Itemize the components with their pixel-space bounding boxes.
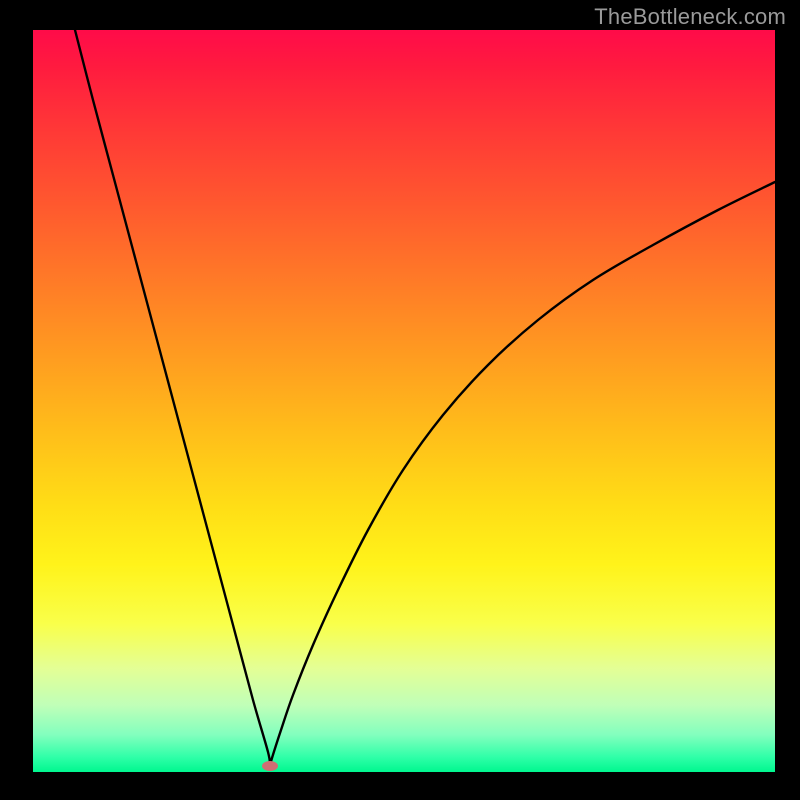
minimum-marker (262, 761, 278, 771)
chart-frame: TheBottleneck.com (0, 0, 800, 800)
bottleneck-curve (0, 0, 800, 800)
watermark-text: TheBottleneck.com (594, 4, 786, 30)
